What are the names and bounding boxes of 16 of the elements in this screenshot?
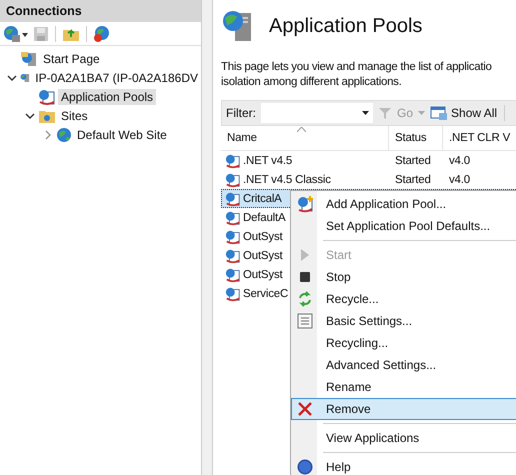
table-cell: Started <box>395 154 431 166</box>
filter-label: Filter: <box>226 106 256 120</box>
table-cell: DefaultA <box>243 212 286 224</box>
table-cell: OutSyst <box>243 268 283 280</box>
table-cell: .NET v4.5 <box>243 154 292 166</box>
page-description: This page lets you view and manage the list of applicatio isolation among different applications. <box>221 60 493 90</box>
table-cell: OutSyst <box>243 230 283 242</box>
table-cell: CritcalA <box>243 192 282 204</box>
table-cell: v4.0 <box>449 154 470 166</box>
pane-header: Connections <box>0 0 201 22</box>
table-cell: .NET v4.5 Classic <box>243 174 331 186</box>
table-cell: OutSyst <box>243 250 283 262</box>
table-cell: ServiceC <box>243 288 288 300</box>
table-cell: v4.0 <box>449 174 470 186</box>
page-title: Application Pools <box>269 14 422 38</box>
table-cell: Started <box>395 174 431 186</box>
